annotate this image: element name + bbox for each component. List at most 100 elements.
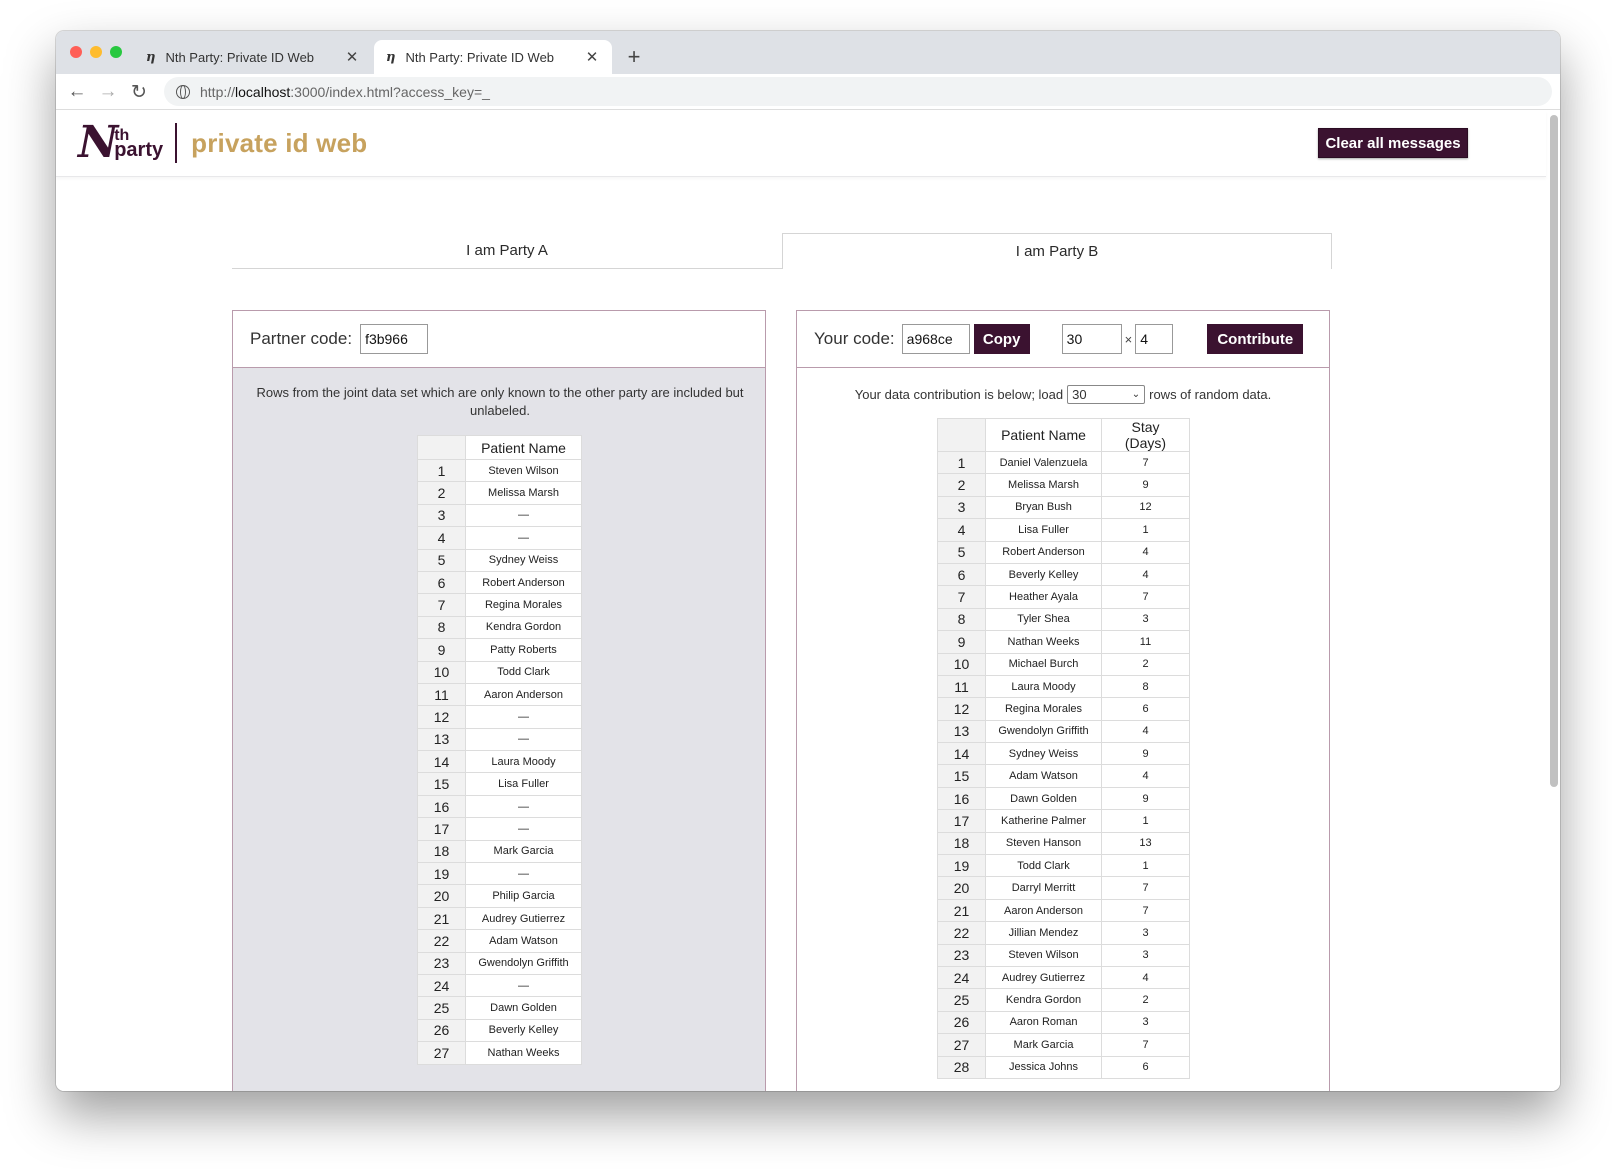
- address-bar[interactable]: http://localhost:3000/index.html?access_…: [164, 77, 1552, 106]
- zoom-window-button[interactable]: [110, 46, 122, 58]
- reload-icon[interactable]: ↻: [126, 79, 152, 105]
- partner-code-input[interactable]: f3b966: [360, 324, 429, 354]
- table-row[interactable]: 15 Lisa Fuller: [417, 772, 582, 796]
- table-row[interactable]: 11 Aaron Anderson: [417, 682, 582, 707]
- table-row[interactable]: 25 Dawn Golden: [417, 996, 582, 1020]
- clear-all-messages-button[interactable]: Clear all messages: [1318, 128, 1468, 158]
- table-row[interactable]: 16—: [417, 794, 582, 819]
- patient-name-cell: Laura Moody: [465, 750, 582, 774]
- table-row[interactable]: 20 Philip Garcia: [417, 884, 582, 908]
- logo-divider: [175, 123, 178, 163]
- stay-days-cell: 12: [1101, 495, 1190, 520]
- table-row[interactable]: 14 Sydney Weiss 9: [937, 742, 1190, 766]
- logo-word: party: [114, 139, 164, 161]
- table-row[interactable]: 10 Todd Clark: [417, 660, 582, 684]
- table-row[interactable]: 8 Tyler Shea 3: [937, 607, 1190, 632]
- row-index: 27: [937, 1033, 986, 1057]
- row-index: 19: [417, 862, 466, 886]
- table-row[interactable]: 23 Steven Wilson 3: [937, 943, 1190, 967]
- contribute-button[interactable]: Contribute: [1207, 324, 1304, 354]
- table-row[interactable]: 15 Adam Watson 4: [937, 764, 1190, 788]
- table-row[interactable]: 27 Nathan Weeks: [417, 1041, 582, 1065]
- table-row[interactable]: 24—: [417, 973, 582, 998]
- tab-party-b[interactable]: I am Party B: [782, 233, 1332, 269]
- copy-button[interactable]: Copy: [973, 324, 1030, 354]
- table-row[interactable]: 19 Todd Clark 1: [937, 854, 1190, 878]
- patient-name-cell: Patty Roberts: [465, 638, 582, 662]
- close-tab-icon[interactable]: ✕: [344, 48, 360, 66]
- table-row[interactable]: 7 Regina Morales: [417, 593, 582, 617]
- table-row[interactable]: 8 Kendra Gordon: [417, 615, 582, 640]
- close-window-button[interactable]: [70, 46, 82, 58]
- table-header-row: Patient Name Stay (Days): [937, 418, 1190, 452]
- table-row[interactable]: 26 Aaron Roman 3: [937, 1010, 1190, 1035]
- row-index: 18: [937, 831, 986, 856]
- rows-count-input[interactable]: 30: [1061, 324, 1122, 354]
- forward-arrow-icon[interactable]: →: [95, 79, 121, 105]
- table-row[interactable]: 22 Adam Watson: [417, 929, 582, 953]
- new-tab-button[interactable]: +: [622, 42, 646, 72]
- table-row[interactable]: 21 Audrey Gutierrez: [417, 906, 582, 931]
- party-tabs: I am Party A I am Party B: [232, 233, 1332, 269]
- back-arrow-icon[interactable]: ←: [64, 79, 90, 105]
- columns-count-input[interactable]: 4: [1135, 324, 1174, 354]
- table-row[interactable]: 12—: [417, 705, 582, 729]
- patient-name-cell: Adam Watson: [465, 929, 582, 953]
- tab-party-a[interactable]: I am Party A: [232, 233, 782, 269]
- row-index: 22: [417, 929, 466, 953]
- table-row[interactable]: 4—: [417, 526, 582, 550]
- random-rows-select[interactable]: 30 ⌄: [1067, 385, 1146, 404]
- patient-name-cell: Tyler Shea: [985, 607, 1102, 632]
- patient-name-cell: Audrey Gutierrez: [465, 906, 582, 931]
- table-row[interactable]: 5 Robert Anderson 4: [937, 540, 1190, 564]
- table-row[interactable]: 28 Jessica Johns 6: [937, 1055, 1190, 1079]
- table-row[interactable]: 10 Michael Burch 2: [937, 652, 1190, 676]
- table-row[interactable]: 18 Mark Garcia: [417, 839, 582, 864]
- table-row[interactable]: 1 Steven Wilson: [417, 458, 582, 483]
- table-row[interactable]: 6 Beverly Kelley 4: [937, 562, 1190, 587]
- table-row[interactable]: 9 Nathan Weeks 11: [937, 630, 1190, 654]
- table-row[interactable]: 5 Sydney Weiss: [417, 548, 582, 572]
- table-row[interactable]: 18 Steven Hanson 13: [937, 831, 1190, 856]
- row-index: 23: [937, 943, 986, 967]
- table-row[interactable]: 13—: [417, 727, 582, 752]
- stay-days-cell: 4: [1101, 562, 1190, 587]
- table-row[interactable]: 1 Daniel Valenzuela 7: [937, 450, 1190, 475]
- table-row[interactable]: 27 Mark Garcia 7: [937, 1033, 1190, 1057]
- table-row[interactable]: 16 Dawn Golden 9: [937, 786, 1190, 811]
- table-row[interactable]: 12 Regina Morales 6: [937, 697, 1190, 721]
- table-row[interactable]: 7 Heather Ayala 7: [937, 585, 1190, 609]
- page-scrollbar[interactable]: [1550, 115, 1558, 787]
- table-row[interactable]: 6 Robert Anderson: [417, 570, 582, 595]
- table-row[interactable]: 20 Darryl Merritt 7: [937, 876, 1190, 900]
- site-info-icon[interactable]: [176, 84, 190, 99]
- your-code-input[interactable]: a968ce: [901, 324, 970, 354]
- browser-tab-1[interactable]: η Nth Party: Private ID Web ✕: [134, 40, 372, 74]
- table-row[interactable]: 23 Gwendolyn Griffith: [417, 951, 582, 975]
- patient-name-cell: Aaron Anderson: [465, 682, 582, 707]
- table-row[interactable]: 22 Jillian Mendez 3: [937, 921, 1190, 945]
- table-row[interactable]: 11 Laura Moody 8: [937, 674, 1190, 699]
- table-row[interactable]: 3—: [417, 503, 582, 528]
- table-row[interactable]: 21 Aaron Anderson 7: [937, 898, 1190, 923]
- table-row[interactable]: 9 Patty Roberts: [417, 638, 582, 662]
- patient-name-cell: Mark Garcia: [985, 1033, 1102, 1057]
- minimize-window-button[interactable]: [90, 46, 102, 58]
- table-row[interactable]: 14 Laura Moody: [417, 750, 582, 774]
- table-row[interactable]: 17—: [417, 817, 582, 841]
- table-row[interactable]: 13 Gwendolyn Griffith 4: [937, 719, 1190, 744]
- table-row[interactable]: 17 Katherine Palmer 1: [937, 809, 1190, 833]
- table-row[interactable]: 3 Bryan Bush 12: [937, 495, 1190, 520]
- row-index: 9: [937, 630, 986, 654]
- browser-tab-2[interactable]: η Nth Party: Private ID Web ✕: [374, 40, 612, 74]
- table-row[interactable]: 2 Melissa Marsh 9: [937, 473, 1190, 497]
- row-index: 8: [937, 607, 986, 632]
- close-tab-icon[interactable]: ✕: [584, 48, 600, 66]
- table-row[interactable]: 2 Melissa Marsh: [417, 481, 582, 505]
- table-row[interactable]: 19—: [417, 862, 582, 886]
- table-row[interactable]: 25 Kendra Gordon 2: [937, 988, 1190, 1012]
- table-row[interactable]: 26 Beverly Kelley: [417, 1018, 582, 1043]
- url-scheme: http://: [200, 83, 236, 100]
- table-row[interactable]: 4 Lisa Fuller 1: [937, 518, 1190, 542]
- table-row[interactable]: 24 Audrey Gutierrez 4: [937, 965, 1190, 990]
